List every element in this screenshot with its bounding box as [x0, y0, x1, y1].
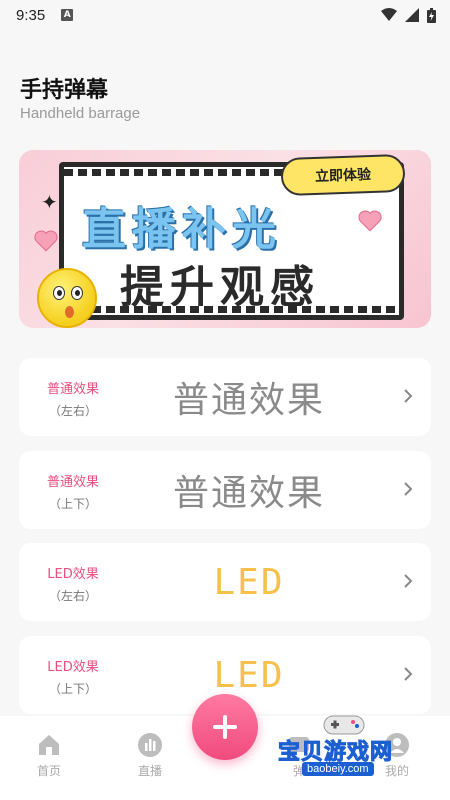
- preview-text: 普通效果: [172, 380, 325, 421]
- chevron-right-icon: [404, 667, 413, 681]
- surprised-emoji-icon: [37, 268, 97, 328]
- add-button[interactable]: [192, 694, 258, 760]
- card-label: 普通效果 （左右）: [33, 378, 113, 419]
- watermark-url: baobeiy.com: [302, 762, 374, 776]
- effect-direction: （上下）: [48, 682, 97, 696]
- wifi-icon: [381, 8, 397, 21]
- page-title: 手持弹幕: [20, 78, 109, 103]
- card-label: LED效果 （左右）: [33, 563, 113, 604]
- sparkle-icon: ✦: [41, 190, 58, 214]
- status-icons: [381, 7, 436, 23]
- nav-item-live[interactable]: 直播: [115, 732, 185, 779]
- chevron-right-icon: [404, 574, 413, 588]
- card-label: LED效果 （上下）: [33, 656, 113, 697]
- effect-card-led-horizontal[interactable]: LED效果 （左右） LED: [19, 543, 431, 621]
- nav-label: 首页: [36, 764, 61, 778]
- effect-name: LED效果: [47, 567, 99, 582]
- chevron-right-icon: [404, 389, 413, 403]
- effect-direction: （左右）: [48, 589, 97, 603]
- effect-preview: LED: [129, 543, 369, 621]
- preview-text: 普通效果: [172, 473, 325, 514]
- effect-name: 普通效果: [46, 475, 99, 490]
- plus-icon: [213, 715, 237, 739]
- effect-name: 普通效果: [46, 382, 99, 397]
- home-icon: [39, 735, 59, 755]
- live-icon: [138, 733, 162, 757]
- preview-text: LED: [213, 654, 285, 696]
- try-now-button[interactable]: 立即体验: [280, 153, 406, 197]
- status-bar: 9:35 A: [0, 0, 450, 30]
- effect-card-normal-vertical[interactable]: 普通效果 （上下） 普通效果: [19, 451, 431, 529]
- heart-icon: [34, 230, 58, 252]
- page-subtitle: Handheld barrage: [20, 105, 141, 122]
- effect-preview: 普通效果: [129, 358, 369, 436]
- heart-icon: [358, 210, 382, 232]
- chevron-right-icon: [404, 482, 413, 496]
- nav-label: 直播: [137, 764, 162, 778]
- effect-preview: LED: [129, 636, 369, 714]
- card-label: 普通效果 （上下）: [33, 471, 113, 512]
- banner-headline-1: 直播补光: [82, 204, 282, 255]
- watermark-logo: 宝贝游戏网 baobeiy.com: [277, 712, 428, 782]
- signal-icon: [405, 8, 419, 22]
- promo-banner[interactable]: 直播补光 提升观感 立即体验 ✦: [19, 150, 431, 328]
- effect-direction: （上下）: [48, 497, 97, 511]
- effect-name: LED效果: [47, 660, 99, 675]
- effect-preview: 普通效果: [129, 451, 369, 529]
- film-strip-bottom: [64, 306, 399, 313]
- effect-card-normal-horizontal[interactable]: 普通效果 （左右） 普通效果: [19, 358, 431, 436]
- gamepad-icon: [323, 715, 365, 735]
- effect-direction: （左右）: [48, 404, 97, 418]
- battery-icon: [427, 7, 436, 23]
- nav-item-home[interactable]: 首页: [14, 732, 84, 779]
- preview-text: LED: [213, 561, 285, 603]
- status-time: 9:35: [16, 6, 46, 24]
- notification-a-icon: A: [61, 9, 74, 21]
